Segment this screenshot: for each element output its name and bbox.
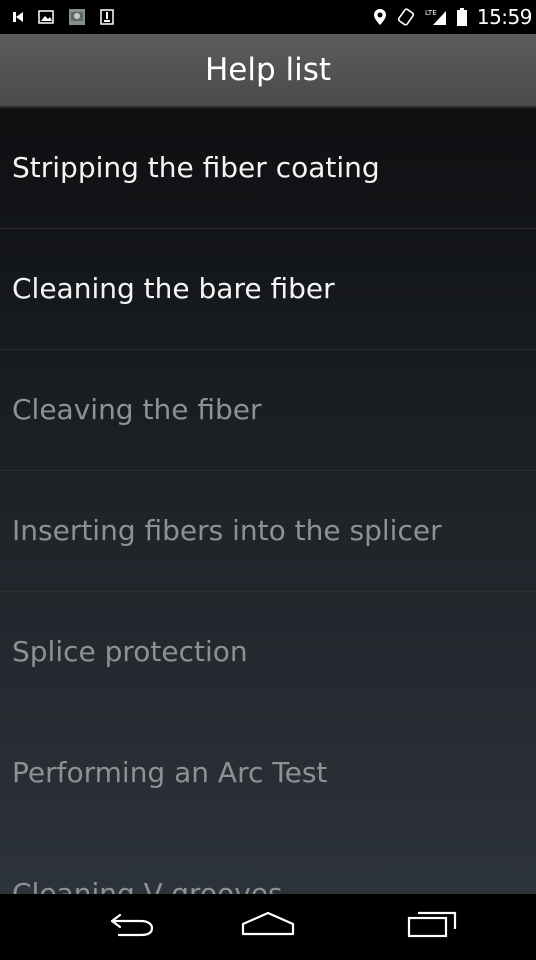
chevron-play-icon	[12, 10, 24, 24]
lte-label: LTE	[425, 9, 437, 17]
rotation-icon	[397, 8, 415, 26]
status-icons-left	[12, 0, 114, 34]
list-item[interactable]: Splice protection	[0, 592, 536, 713]
app-thumbnail-icon	[68, 8, 86, 26]
recents-icon	[406, 910, 458, 944]
list-item-label: Stripping the fiber coating	[12, 151, 380, 184]
list-item-label: Inserting fibers into the splicer	[12, 514, 442, 547]
list-item[interactable]: Stripping the fiber coating	[0, 108, 536, 229]
help-list: Stripping the fiber coating Cleaning the…	[0, 108, 536, 894]
list-item-label: Cleaving the fiber	[12, 393, 262, 426]
recents-button[interactable]	[372, 894, 492, 960]
list-item[interactable]: Cleaving the fiber	[0, 350, 536, 471]
list-item[interactable]: Inserting fibers into the splicer	[0, 471, 536, 592]
home-button[interactable]	[208, 894, 328, 960]
status-time: 15:59	[476, 5, 533, 29]
status-bar: LTE 15:59	[0, 0, 536, 34]
list-item[interactable]: Cleaning the bare fiber	[0, 229, 536, 350]
back-button[interactable]	[72, 894, 192, 960]
image-icon	[38, 10, 54, 24]
list-item[interactable]: Cleaning V-grooves	[0, 834, 536, 894]
list-item-label: Performing an Arc Test	[12, 756, 328, 789]
back-icon	[107, 910, 157, 944]
list-item-label: Cleaning V-grooves	[12, 877, 283, 894]
navigation-bar	[0, 894, 536, 960]
home-icon	[240, 910, 296, 944]
download-icon	[100, 9, 114, 25]
list-item[interactable]: Performing an Arc Test	[0, 713, 536, 834]
battery-icon	[456, 8, 467, 26]
status-icons-right: LTE 15:59	[373, 0, 533, 34]
list-item-label: Splice protection	[12, 635, 248, 668]
page-title: Help list	[204, 52, 332, 88]
lte-signal-icon: LTE	[425, 8, 447, 26]
list-item-label: Cleaning the bare fiber	[12, 272, 335, 305]
location-pin-icon	[373, 8, 387, 26]
action-bar: Help list	[0, 34, 536, 108]
